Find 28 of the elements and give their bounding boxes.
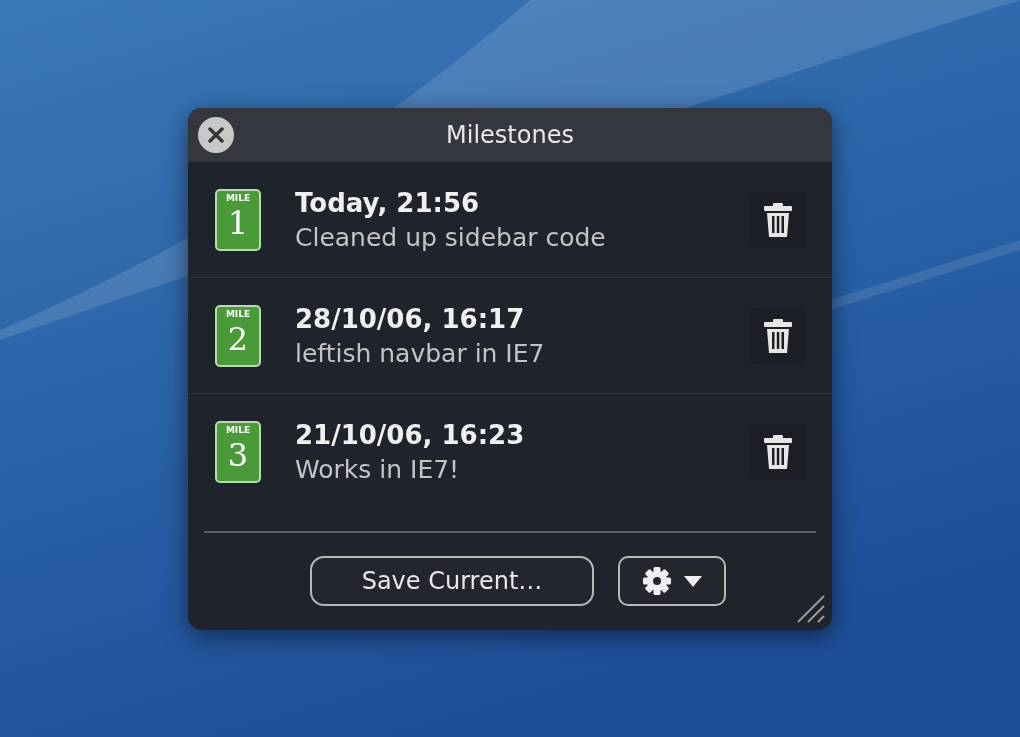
- badge-number: 3: [227, 436, 249, 474]
- actions-menu-button[interactable]: [618, 556, 726, 606]
- milestone-note: Works in IE7!: [295, 454, 461, 486]
- badge-label: MILE: [225, 192, 251, 204]
- milestone-row[interactable]: MILE 2 28/10/06, 16:17 leftish navbar in IE7: [188, 278, 832, 394]
- delete-button[interactable]: [750, 307, 806, 364]
- badge-label: MILE: [225, 308, 251, 320]
- caret-down-icon: [684, 575, 702, 587]
- milestone-note: leftish navbar in IE7: [295, 337, 546, 370]
- close-button[interactable]: [198, 117, 234, 153]
- milestone-note: Cleaned up sidebar code: [295, 221, 607, 254]
- trash-icon: [763, 202, 793, 237]
- trash-icon: [763, 318, 793, 353]
- milestone-date: 28/10/06, 16:17: [295, 302, 526, 336]
- save-current-button[interactable]: Save Current…: [310, 556, 594, 606]
- delete-button[interactable]: [750, 191, 806, 248]
- badge-label: MILE: [225, 425, 251, 436]
- badge-number: 1: [227, 203, 249, 242]
- window-title: Milestones: [446, 120, 574, 151]
- milestone-date: Today, 21:56: [295, 186, 481, 220]
- milestone-date: 21/10/06, 16:23: [295, 419, 526, 452]
- milestone-row[interactable]: MILE 1 Today, 21:56 Cleaned up sidebar code: [188, 162, 832, 278]
- milestone-row[interactable]: MILE 3 21/10/06, 16:23 Works in IE7!: [188, 394, 832, 510]
- resize-grip-icon[interactable]: [796, 594, 826, 624]
- close-icon: [208, 127, 224, 143]
- trash-icon: [763, 435, 793, 469]
- delete-button[interactable]: [750, 424, 806, 480]
- badge-number: 2: [227, 319, 249, 358]
